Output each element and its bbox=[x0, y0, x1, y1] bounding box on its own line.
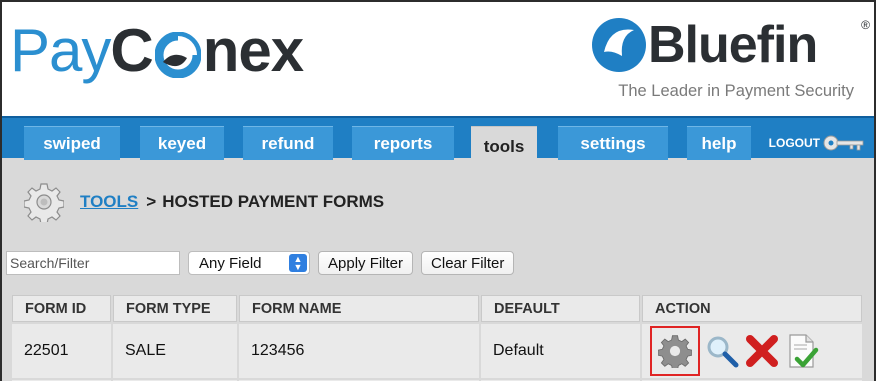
table-header-row: FORM ID FORM TYPE FORM NAME DEFAULT ACTI… bbox=[12, 295, 862, 322]
filter-bar: Any Field ▲▼ Apply Filter Clear Filter bbox=[6, 251, 515, 275]
view-action-button[interactable] bbox=[704, 333, 740, 369]
tab-swiped[interactable]: swiped bbox=[24, 126, 120, 160]
settings-action-button[interactable] bbox=[650, 326, 700, 376]
gear-icon bbox=[24, 183, 64, 222]
field-select-value: Any Field bbox=[199, 254, 262, 272]
logo-nex-text: nex bbox=[202, 17, 304, 84]
table-row: 22501 SALE 123456 Default bbox=[12, 324, 862, 378]
logout-button[interactable]: LOGOUT bbox=[769, 126, 866, 160]
cell-default: Default bbox=[481, 324, 640, 378]
forms-table: FORM ID FORM TYPE FORM NAME DEFAULT ACTI… bbox=[10, 293, 864, 381]
bluefin-logo: Bluefin ® The Leader in Payment Security bbox=[590, 16, 870, 106]
logo-c-letter: C bbox=[110, 17, 153, 84]
tab-tools[interactable]: tools bbox=[471, 126, 537, 166]
col-form-type: FORM TYPE bbox=[113, 295, 237, 322]
header: Pay C nex Bluefin ® The Leader in Paymen… bbox=[2, 2, 874, 114]
select-arrows-icon: ▲ ▼ bbox=[289, 254, 307, 272]
tab-refund[interactable]: refund bbox=[243, 126, 333, 160]
main-nav: swiped keyed refund reports tools settin… bbox=[2, 116, 874, 166]
field-select[interactable]: Any Field ▲ ▼ bbox=[188, 251, 310, 275]
col-form-id: FORM ID bbox=[12, 295, 111, 322]
bluefin-fin-icon bbox=[592, 18, 646, 72]
delete-action-button[interactable] bbox=[744, 333, 780, 369]
col-form-name: FORM NAME bbox=[239, 295, 479, 322]
logo-conex-text: C nex bbox=[110, 16, 304, 85]
tab-help[interactable]: help bbox=[687, 126, 751, 160]
logo-pay-text: Pay bbox=[10, 17, 111, 84]
document-check-icon bbox=[789, 334, 819, 368]
logout-label: LOGOUT bbox=[768, 136, 820, 150]
registered-mark: ® bbox=[861, 18, 870, 32]
apply-filter-button[interactable]: Apply Filter bbox=[318, 251, 414, 275]
breadcrumb-separator: > bbox=[146, 192, 157, 211]
bluefin-tagline: The Leader in Payment Security bbox=[618, 82, 854, 100]
cell-actions bbox=[642, 324, 862, 378]
cell-form-type: SALE bbox=[113, 324, 237, 378]
approve-action-button[interactable] bbox=[784, 333, 820, 369]
app-frame: Pay C nex Bluefin ® The Leader in Paymen… bbox=[0, 0, 876, 381]
breadcrumb-tools-link[interactable]: TOOLS bbox=[80, 192, 138, 212]
cell-form-id: 22501 bbox=[12, 324, 111, 378]
search-input[interactable] bbox=[6, 251, 180, 275]
bluefin-word: Bluefin bbox=[648, 16, 818, 74]
cell-form-name: 123456 bbox=[239, 324, 479, 378]
delete-x-icon bbox=[746, 335, 778, 367]
tab-keyed[interactable]: keyed bbox=[140, 126, 224, 160]
action-icons bbox=[650, 326, 862, 376]
breadcrumb: TOOLS > HOSTED PAYMENT FORMS bbox=[24, 182, 384, 222]
magnifier-icon bbox=[707, 336, 739, 368]
col-default: DEFAULT bbox=[481, 295, 640, 322]
key-icon bbox=[823, 135, 864, 151]
col-action: ACTION bbox=[642, 295, 862, 322]
paycon-logo: Pay C nex bbox=[10, 16, 304, 86]
gear-icon bbox=[658, 335, 692, 368]
content-area: TOOLS > HOSTED PAYMENT FORMS Any Field ▲… bbox=[2, 164, 874, 381]
clear-filter-button[interactable]: Clear Filter bbox=[421, 251, 515, 275]
tab-reports[interactable]: reports bbox=[352, 126, 454, 160]
page-title: HOSTED PAYMENT FORMS bbox=[162, 192, 385, 211]
tab-settings[interactable]: settings bbox=[558, 126, 668, 160]
logo-swirl-icon bbox=[154, 31, 201, 78]
